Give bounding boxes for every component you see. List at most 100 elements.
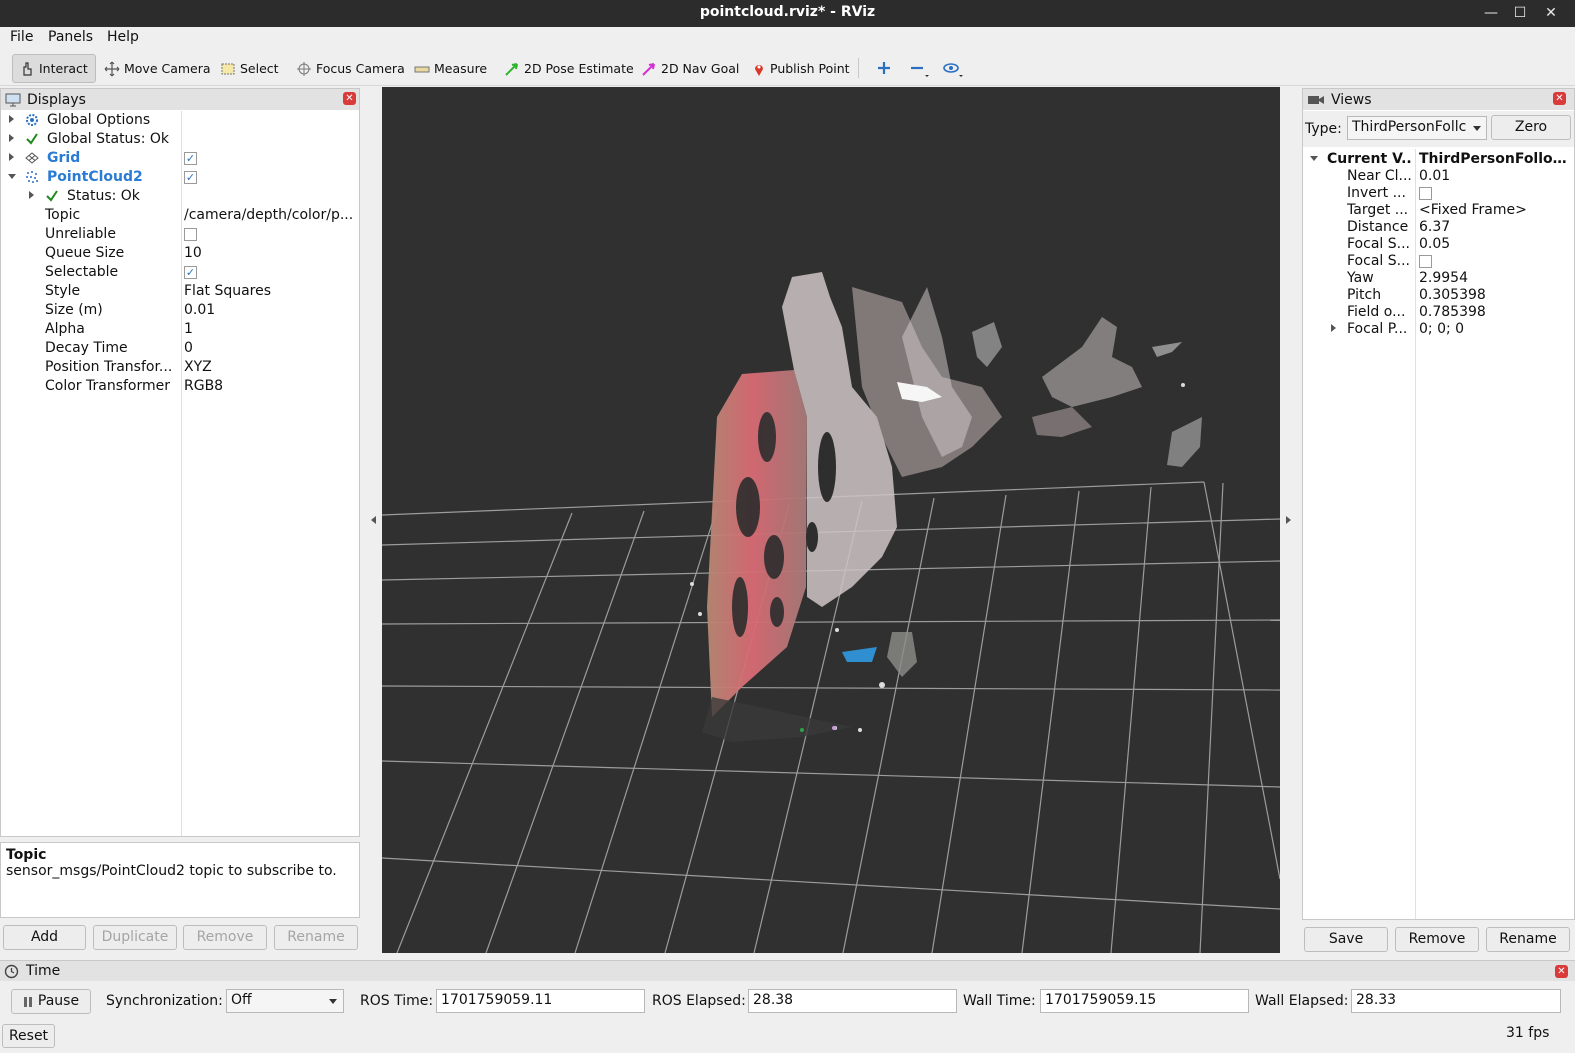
close-window-button[interactable]: ✕	[1540, 2, 1562, 24]
remove-view-button[interactable]: Remove	[1395, 927, 1479, 952]
grid-icon	[25, 152, 39, 164]
collapse-arrow-icon[interactable]	[1310, 156, 1318, 161]
close-time-panel-icon[interactable]: ✕	[1555, 965, 1568, 978]
select-tool-button[interactable]: Select	[214, 54, 285, 83]
displays-title: Displays	[27, 91, 86, 108]
property-value[interactable]: 10	[184, 245, 202, 261]
remove-tool-button[interactable]	[909, 60, 931, 82]
property-row-selectable[interactable]: Selectable ✓	[1, 263, 359, 282]
property-value[interactable]: 0.01	[184, 302, 215, 318]
collapse-arrow-icon[interactable]	[8, 174, 16, 179]
hand-pointer-icon	[23, 61, 32, 76]
view-property-value[interactable]: 2.9954	[1419, 270, 1468, 286]
pause-button[interactable]: Pause	[11, 989, 91, 1014]
2d-nav-goal-tool-button[interactable]: 2D Nav Goal	[635, 54, 745, 83]
time-title: Time	[26, 963, 61, 979]
add-tool-button[interactable]	[876, 60, 892, 80]
view-property-value[interactable]: <Fixed Frame>	[1419, 202, 1527, 218]
view-property-value[interactable]: 0.05	[1419, 236, 1450, 252]
move-camera-tool-button[interactable]: Move Camera	[98, 54, 217, 83]
unreliable-checkbox[interactable]	[184, 228, 197, 241]
3d-render-viewport[interactable]	[382, 87, 1280, 953]
2d-pose-estimate-label: 2D Pose Estimate	[524, 61, 634, 76]
view-type-select[interactable]: ThirdPersonFollc	[1347, 116, 1487, 140]
rename-view-button[interactable]: Rename	[1486, 927, 1570, 952]
select-box-icon	[221, 63, 235, 74]
menu-file[interactable]: File	[10, 29, 33, 45]
expand-arrow-icon[interactable]	[9, 153, 14, 161]
collapse-right-panel-icon[interactable]	[1286, 516, 1291, 524]
property-row-size[interactable]: Size (m) 0.01	[1, 301, 359, 320]
property-row-color-transformer[interactable]: Color Transformer RGB8	[1, 377, 359, 396]
property-value[interactable]: 0	[184, 340, 193, 356]
property-row-alpha[interactable]: Alpha 1	[1, 320, 359, 339]
view-property-value[interactable]: 0.01	[1419, 168, 1450, 184]
selectable-checkbox[interactable]: ✓	[184, 266, 197, 279]
close-views-panel-icon[interactable]: ✕	[1553, 92, 1566, 105]
zero-view-button[interactable]: Zero	[1491, 115, 1571, 140]
property-name: Decay Time	[45, 340, 128, 356]
duplicate-display-button[interactable]: Duplicate	[93, 925, 177, 950]
expand-arrow-icon[interactable]	[1331, 324, 1336, 332]
rename-display-button[interactable]: Rename	[274, 925, 358, 950]
expand-arrow-icon[interactable]	[9, 134, 14, 142]
remove-display-button[interactable]: Remove	[183, 925, 267, 950]
wall-elapsed-field[interactable]: 28.33	[1351, 989, 1561, 1013]
menu-help[interactable]: Help	[107, 29, 139, 45]
focus-camera-tool-button[interactable]: Focus Camera	[290, 54, 411, 83]
invert-checkbox[interactable]	[1419, 187, 1432, 200]
save-view-button[interactable]: Save	[1304, 927, 1388, 952]
2d-pose-estimate-tool-button[interactable]: 2D Pose Estimate	[498, 54, 640, 83]
tree-row-pointcloud2[interactable]: PointCloud2 ✓	[1, 168, 359, 187]
property-value[interactable]: XYZ	[184, 359, 212, 375]
close-displays-panel-icon[interactable]: ✕	[343, 92, 356, 105]
view-property-name: Invert ...	[1347, 185, 1406, 201]
property-value[interactable]: /camera/depth/color/p...	[184, 207, 356, 223]
focus-camera-icon	[297, 61, 311, 76]
focal-shape-checkbox[interactable]	[1419, 255, 1432, 268]
property-value[interactable]: RGB8	[184, 378, 223, 394]
expand-arrow-icon[interactable]	[29, 191, 34, 199]
view-property-name: Near Cl...	[1347, 168, 1412, 184]
view-row-focal-point[interactable]: Focal P... 0; 0; 0	[1303, 320, 1574, 339]
tree-row-grid[interactable]: Grid ✓	[1, 149, 359, 168]
view-property-value[interactable]: 0.785398	[1419, 304, 1486, 320]
property-row-style[interactable]: Style Flat Squares	[1, 282, 359, 301]
wall-time-field[interactable]: 1701759059.15	[1040, 989, 1249, 1013]
pointcloud-scene	[382, 272, 1280, 953]
collapse-left-panel-icon[interactable]	[371, 516, 376, 524]
view-property-value[interactable]: 0; 0; 0	[1419, 321, 1464, 337]
checkmark-icon	[26, 133, 38, 145]
grid-enabled-checkbox[interactable]: ✓	[184, 152, 197, 165]
menu-panels[interactable]: Panels	[48, 29, 93, 45]
minimize-button[interactable]: —	[1480, 2, 1502, 24]
synchronization-select[interactable]: Off	[226, 989, 344, 1013]
tool-properties-button[interactable]	[942, 60, 966, 82]
measure-tool-button[interactable]: Measure	[408, 54, 493, 83]
property-row-decay-time[interactable]: Decay Time 0	[1, 339, 359, 358]
property-row-position-transformer[interactable]: Position Transfor... XYZ	[1, 358, 359, 377]
maximize-button[interactable]: ☐	[1509, 2, 1531, 24]
property-row-topic[interactable]: Topic /camera/depth/color/p...	[1, 206, 359, 225]
interact-tool-button[interactable]: Interact	[12, 54, 96, 83]
display-name: Global Options	[47, 112, 151, 128]
ros-elapsed-field[interactable]: 28.38	[748, 989, 957, 1013]
property-value[interactable]: Flat Squares	[184, 283, 271, 299]
property-row-queue-size[interactable]: Queue Size 10	[1, 244, 359, 263]
tree-row-global-status[interactable]: Global Status: Ok	[1, 130, 359, 149]
view-property-value[interactable]: 0.305398	[1419, 287, 1486, 303]
reset-button[interactable]: Reset	[2, 1024, 55, 1048]
property-row-unreliable[interactable]: Unreliable	[1, 225, 359, 244]
view-property-value[interactable]: ThirdPersonFollow...	[1419, 151, 1571, 167]
green-arrow-icon	[505, 62, 518, 76]
publish-point-tool-button[interactable]: Publish Point	[746, 54, 856, 83]
magenta-arrow-icon	[642, 62, 655, 76]
add-display-button[interactable]: Add	[3, 925, 86, 950]
tree-row-status-ok[interactable]: Status: Ok	[1, 187, 359, 206]
view-property-value[interactable]: 6.37	[1419, 219, 1450, 235]
pointcloud2-enabled-checkbox[interactable]: ✓	[184, 171, 197, 184]
property-value[interactable]: 1	[184, 321, 193, 337]
tree-row-global-options[interactable]: Global Options	[1, 111, 359, 130]
ros-time-field[interactable]: 1701759059.11	[436, 989, 645, 1013]
expand-arrow-icon[interactable]	[9, 115, 14, 123]
